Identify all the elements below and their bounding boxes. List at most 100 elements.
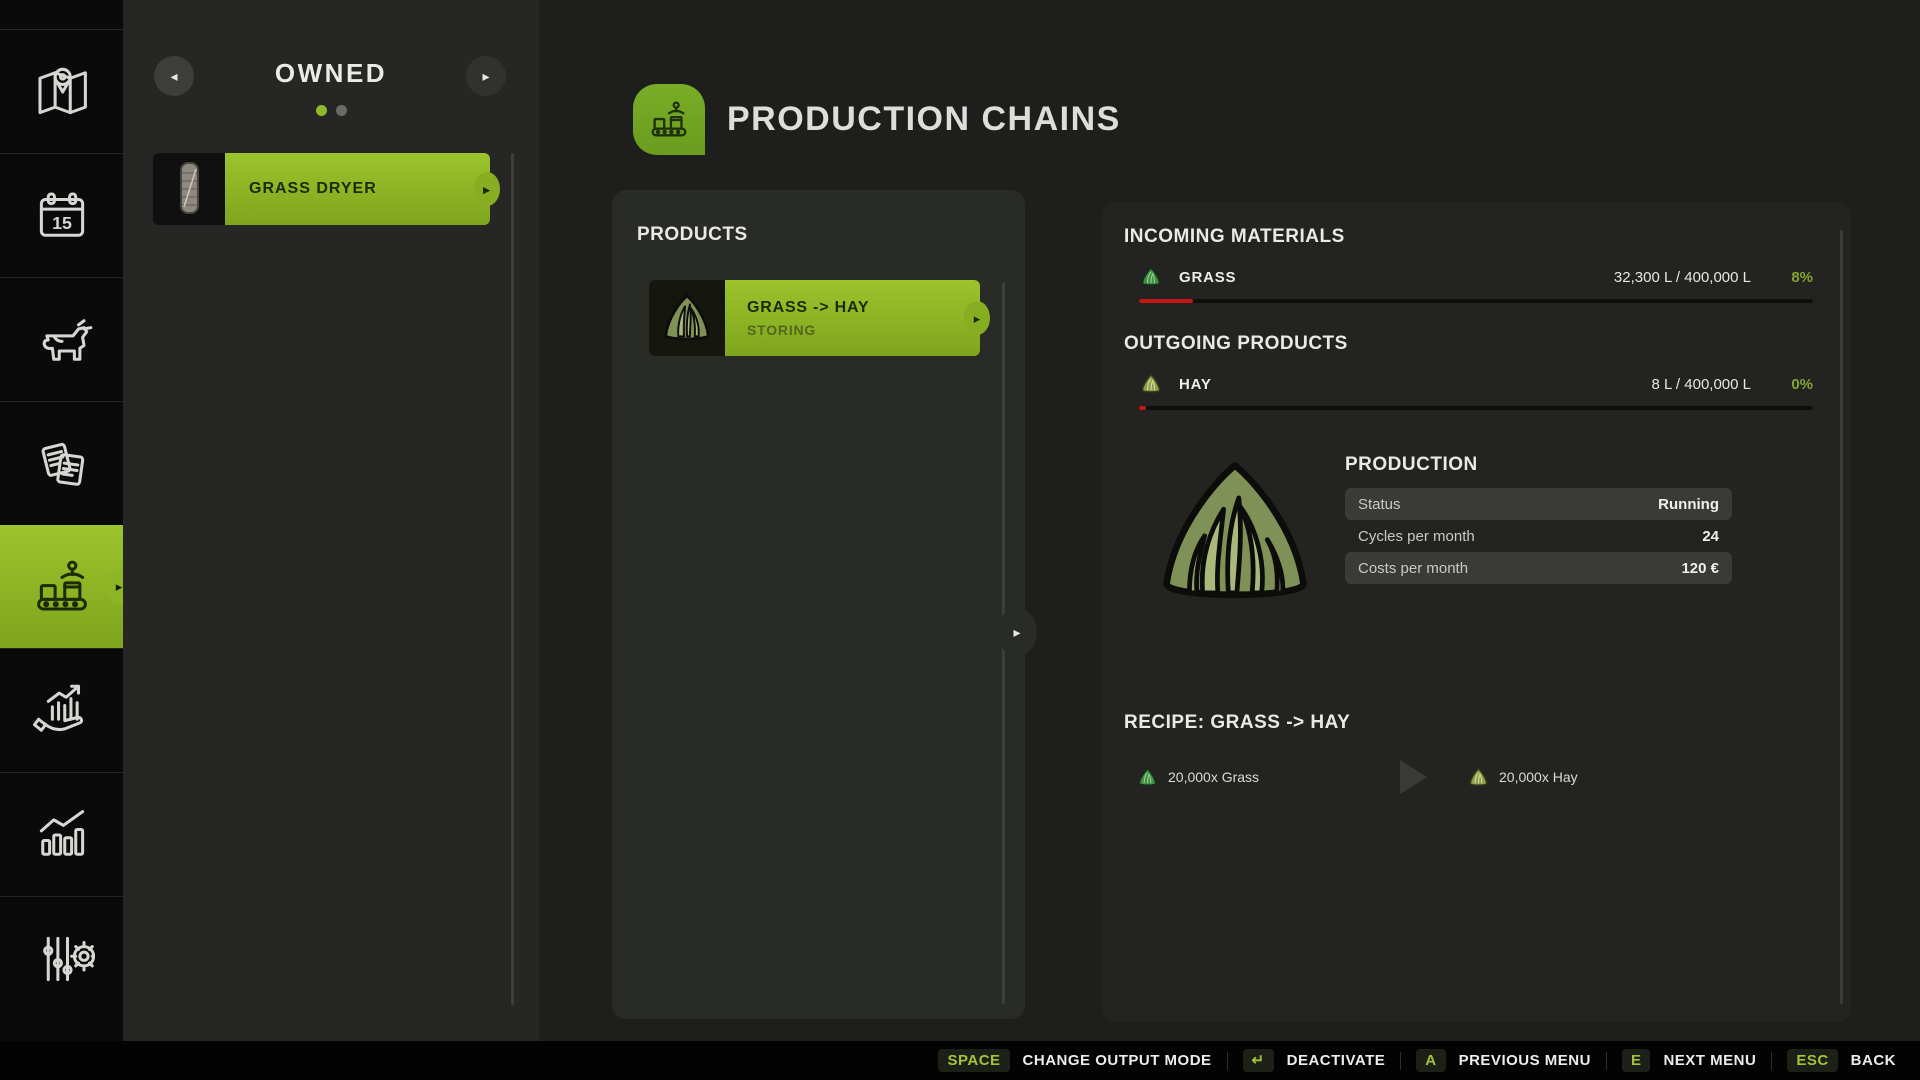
recipe-arrow-icon — [1400, 760, 1427, 794]
hint-label: NEXT MENU — [1663, 1052, 1757, 1069]
production-chains-screen: 15 ▸ ◂ OWNED ▸ GRASS DRYER ▸ PRODUCTION … — [0, 0, 1920, 1080]
product-name: HAY — [1179, 375, 1212, 393]
product-amount: 8 L / 400,000 L — [1651, 375, 1751, 393]
panel-expander-button[interactable]: ▸ — [997, 608, 1037, 656]
recipe-title: RECIPE: GRASS -> HAY — [1124, 712, 1351, 733]
page-icon-badge — [633, 84, 705, 155]
recipe-output: 20,000x Hay — [1467, 766, 1578, 789]
hint-deactivate[interactable]: ↵ DEACTIVATE — [1242, 1049, 1386, 1072]
svg-text:15: 15 — [52, 213, 72, 233]
production-section: PRODUCTION Status Running Cycles per mon… — [1124, 452, 1813, 614]
input-hints-bar: SPACE CHANGE OUTPUT MODE ↵ DEACTIVATE A … — [0, 1041, 1920, 1080]
item-arrow-icon: ▸ — [474, 172, 500, 206]
products-panel-title: PRODUCTS — [637, 224, 748, 245]
outgoing-products-title: OUTGOING PRODUCTS — [1124, 333, 1348, 354]
sidebar-item-map[interactable] — [0, 29, 123, 153]
detail-scrollbar[interactable] — [1840, 230, 1843, 1004]
sidebar-item-statistics[interactable] — [0, 772, 123, 896]
product-percent: 0% — [1791, 375, 1813, 393]
owned-item-label: GRASS DRYER — [249, 180, 377, 197]
product-item-grass-hay[interactable]: GRASS -> HAY STORING ▸ — [649, 280, 990, 356]
hay-icon — [1469, 767, 1488, 786]
sidebar-item-settings[interactable] — [0, 896, 123, 1020]
owned-prev-page-button[interactable]: ◂ — [154, 56, 194, 96]
recipe-input: 20,000x Grass — [1136, 766, 1400, 789]
sidebar: 15 ▸ — [0, 0, 132, 1041]
incoming-material-row: GRASS 32,300 L / 400,000 L 8% — [1139, 264, 1813, 290]
hint-label: DEACTIVATE — [1286, 1052, 1386, 1069]
page-dot-active[interactable] — [315, 105, 327, 116]
recipe-row: 20,000x Grass 20,000x Hay — [1136, 760, 1813, 794]
hint-label: BACK — [1850, 1052, 1896, 1069]
hay-icon — [1141, 374, 1161, 393]
hint-change-output-mode[interactable]: SPACE CHANGE OUTPUT MODE — [938, 1049, 1211, 1072]
grass-image — [664, 294, 710, 341]
incoming-progress-bar — [1139, 299, 1813, 303]
divider — [1226, 1051, 1228, 1070]
owned-item-grass-dryer[interactable]: GRASS DRYER ▸ — [153, 153, 500, 225]
row-value: Running — [1658, 495, 1719, 513]
production-chains-icon — [36, 560, 87, 611]
material-name: GRASS — [1179, 268, 1237, 286]
table-row: Costs per month 120 € — [1345, 552, 1732, 584]
product-item-status: STORING — [747, 321, 817, 338]
grass-dryer-thumbnail — [153, 153, 225, 225]
space-key-badge: SPACE — [938, 1049, 1010, 1072]
page-title: PRODUCTION CHAINS — [727, 100, 1121, 138]
recipe-output-label: 20,000x Hay — [1499, 769, 1578, 785]
production-detail-panel: INCOMING MATERIALS GRASS 32,300 L / 400,… — [1102, 202, 1851, 1022]
recipe-input-label: 20,000x Grass — [1168, 769, 1260, 785]
table-row: Cycles per month 24 — [1345, 520, 1732, 552]
esc-key-badge: ESC — [1787, 1049, 1838, 1072]
incoming-materials-title: INCOMING MATERIALS — [1124, 226, 1345, 247]
grass-icon — [1141, 267, 1161, 286]
sidebar-item-animals[interactable] — [0, 277, 123, 401]
incoming-progress-fill — [1139, 299, 1193, 303]
sidebar-item-calendar[interactable]: 15 — [0, 153, 123, 277]
owned-next-page-button[interactable]: ▸ — [466, 56, 506, 96]
hint-label: CHANGE OUTPUT MODE — [1022, 1052, 1212, 1069]
row-label: Status — [1358, 495, 1401, 513]
enter-key-badge: ↵ — [1242, 1049, 1274, 1072]
outgoing-progress-fill — [1139, 406, 1146, 410]
sidebar-item-finances[interactable] — [0, 648, 123, 772]
row-label: Cycles per month — [1358, 527, 1475, 545]
row-value: 24 — [1702, 527, 1719, 545]
hint-next-menu[interactable]: E NEXT MENU — [1621, 1049, 1757, 1072]
divider — [1605, 1051, 1607, 1070]
grass-dryer-image — [180, 162, 199, 214]
hint-label: PREVIOUS MENU — [1458, 1052, 1591, 1069]
grass-illustration — [1163, 462, 1307, 599]
row-label: Costs per month — [1358, 559, 1469, 577]
production-chains-icon — [651, 101, 687, 136]
material-percent: 8% — [1791, 268, 1813, 286]
finances-icon — [32, 684, 83, 732]
a-key-badge: A — [1416, 1049, 1446, 1072]
products-panel: PRODUCTS GRASS -> HAY STORING ▸ ▸ — [612, 190, 1037, 1019]
statistics-icon — [39, 809, 84, 856]
item-arrow-icon: ▸ — [964, 301, 990, 335]
sidebar-item-contracts[interactable] — [0, 401, 123, 525]
divider — [1400, 1051, 1402, 1070]
outgoing-progress-bar — [1139, 406, 1813, 410]
settings-icon — [42, 936, 95, 981]
grass-thumbnail — [649, 280, 725, 356]
production-table: Status Running Cycles per month 24 Costs… — [1345, 488, 1732, 584]
row-value: 120 € — [1681, 559, 1719, 577]
owned-scrollbar[interactable] — [511, 153, 514, 1005]
grass-icon — [1138, 767, 1157, 786]
hint-previous-menu[interactable]: A PREVIOUS MENU — [1416, 1049, 1591, 1072]
table-row: Status Running — [1345, 488, 1732, 520]
hint-back[interactable]: ESC BACK — [1787, 1049, 1896, 1072]
map-icon — [37, 67, 87, 114]
e-key-badge: E — [1621, 1049, 1651, 1072]
page-dot-inactive[interactable] — [335, 105, 347, 116]
owned-pagination — [123, 105, 539, 116]
material-amount: 32,300 L / 400,000 L — [1613, 268, 1751, 286]
calendar-icon: 15 — [39, 191, 84, 237]
production-title: PRODUCTION — [1345, 454, 1478, 475]
sidebar-item-production-chains[interactable]: ▸ — [0, 525, 132, 648]
product-item-label: GRASS -> HAY — [747, 298, 870, 316]
contracts-icon — [41, 442, 84, 486]
divider — [1771, 1051, 1773, 1070]
